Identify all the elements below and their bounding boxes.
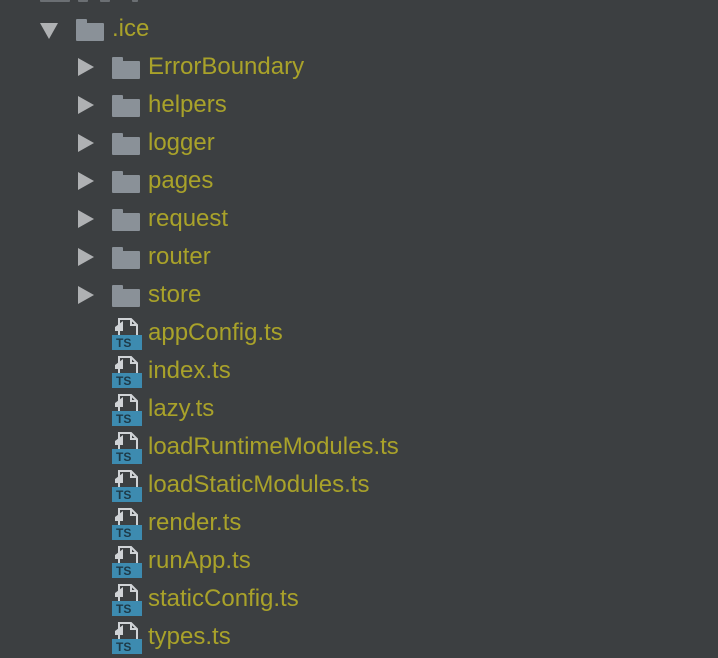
- tree-node-label: loadRuntimeModules.ts: [148, 433, 399, 460]
- tree-node-label: render.ts: [148, 509, 242, 536]
- tree-node-file[interactable]: TS loadRuntimeModules.ts: [0, 428, 718, 466]
- svg-text:TS: TS: [116, 526, 131, 540]
- typescript-file-icon: TS: [112, 356, 142, 388]
- svg-text:TS: TS: [116, 336, 131, 350]
- typescript-file-icon: TS: [112, 546, 142, 578]
- folder-icon: [112, 171, 140, 193]
- folder-icon: [112, 285, 140, 307]
- chevron-right-icon[interactable]: [78, 210, 94, 228]
- tree-node-file[interactable]: TS appConfig.ts: [0, 314, 718, 352]
- folder-icon: [112, 209, 140, 231]
- typescript-file-icon: TS: [112, 622, 142, 654]
- tree-node-label: .ice: [112, 15, 150, 42]
- svg-text:TS: TS: [116, 640, 131, 654]
- tree-node-folder[interactable]: helpers: [0, 86, 718, 124]
- svg-text:TS: TS: [116, 602, 131, 616]
- folder-icon: [112, 57, 140, 79]
- tree-node-file[interactable]: TS runApp.ts: [0, 542, 718, 580]
- tree-node-folder[interactable]: store: [0, 276, 718, 314]
- tree-node-label: runApp.ts: [148, 547, 251, 574]
- tree-node-file[interactable]: TS loadStaticModules.ts: [0, 466, 718, 504]
- folder-icon: [112, 133, 140, 155]
- typescript-file-icon: TS: [112, 470, 142, 502]
- tree-node-label: router: [148, 243, 211, 270]
- tree-node-folder[interactable]: ErrorBoundary: [0, 48, 718, 86]
- chevron-right-icon[interactable]: [78, 172, 94, 190]
- folder-icon: [112, 95, 140, 117]
- tree-node-label: logger: [148, 129, 215, 156]
- tree-node-file[interactable]: TS index.ts: [0, 352, 718, 390]
- typescript-file-icon: TS: [112, 318, 142, 350]
- tree-node-label: types.ts: [148, 623, 231, 650]
- tree-node-label: appConfig.ts: [148, 319, 283, 346]
- typescript-file-icon: TS: [112, 432, 142, 464]
- tree-node-label: pages: [148, 167, 214, 194]
- tree-node-label: ErrorBoundary: [148, 53, 305, 80]
- clipped-previous-row: [0, 0, 718, 4]
- folder-icon: [76, 19, 104, 41]
- chevron-right-icon[interactable]: [78, 58, 94, 76]
- tree-node-label: lazy.ts: [148, 395, 215, 422]
- tree-node-folder[interactable]: request: [0, 200, 718, 238]
- tree-node-root[interactable]: .ice: [0, 10, 718, 48]
- tree-node-folder[interactable]: logger: [0, 124, 718, 162]
- folder-icon: [112, 247, 140, 269]
- tree-node-file[interactable]: TS types.ts: [0, 618, 718, 656]
- chevron-down-icon[interactable]: [40, 23, 58, 39]
- tree-node-folder[interactable]: router: [0, 238, 718, 276]
- svg-text:TS: TS: [116, 374, 131, 388]
- typescript-file-icon: TS: [112, 394, 142, 426]
- svg-text:TS: TS: [116, 488, 131, 502]
- tree-node-label: index.ts: [148, 357, 231, 384]
- tree-node-file[interactable]: TS staticConfig.ts: [0, 580, 718, 618]
- tree-node-label: request: [148, 205, 229, 232]
- typescript-file-icon: TS: [112, 584, 142, 616]
- chevron-right-icon[interactable]: [78, 286, 94, 304]
- tree-node-file[interactable]: TS lazy.ts: [0, 390, 718, 428]
- chevron-right-icon[interactable]: [78, 134, 94, 152]
- chevron-right-icon[interactable]: [78, 248, 94, 266]
- svg-text:TS: TS: [116, 412, 131, 426]
- svg-text:TS: TS: [116, 564, 131, 578]
- tree-node-label: staticConfig.ts: [148, 585, 299, 612]
- chevron-right-icon[interactable]: [78, 96, 94, 114]
- tree-node-label: helpers: [148, 91, 227, 118]
- tree-node-label: loadStaticModules.ts: [148, 471, 370, 498]
- tree-node-folder[interactable]: pages: [0, 162, 718, 200]
- tree-node-file[interactable]: TS render.ts: [0, 504, 718, 542]
- svg-text:TS: TS: [116, 450, 131, 464]
- tree-node-label: store: [148, 281, 202, 308]
- typescript-file-icon: TS: [112, 508, 142, 540]
- project-file-tree: .ice ErrorBoundary helpers logger pages …: [0, 0, 718, 658]
